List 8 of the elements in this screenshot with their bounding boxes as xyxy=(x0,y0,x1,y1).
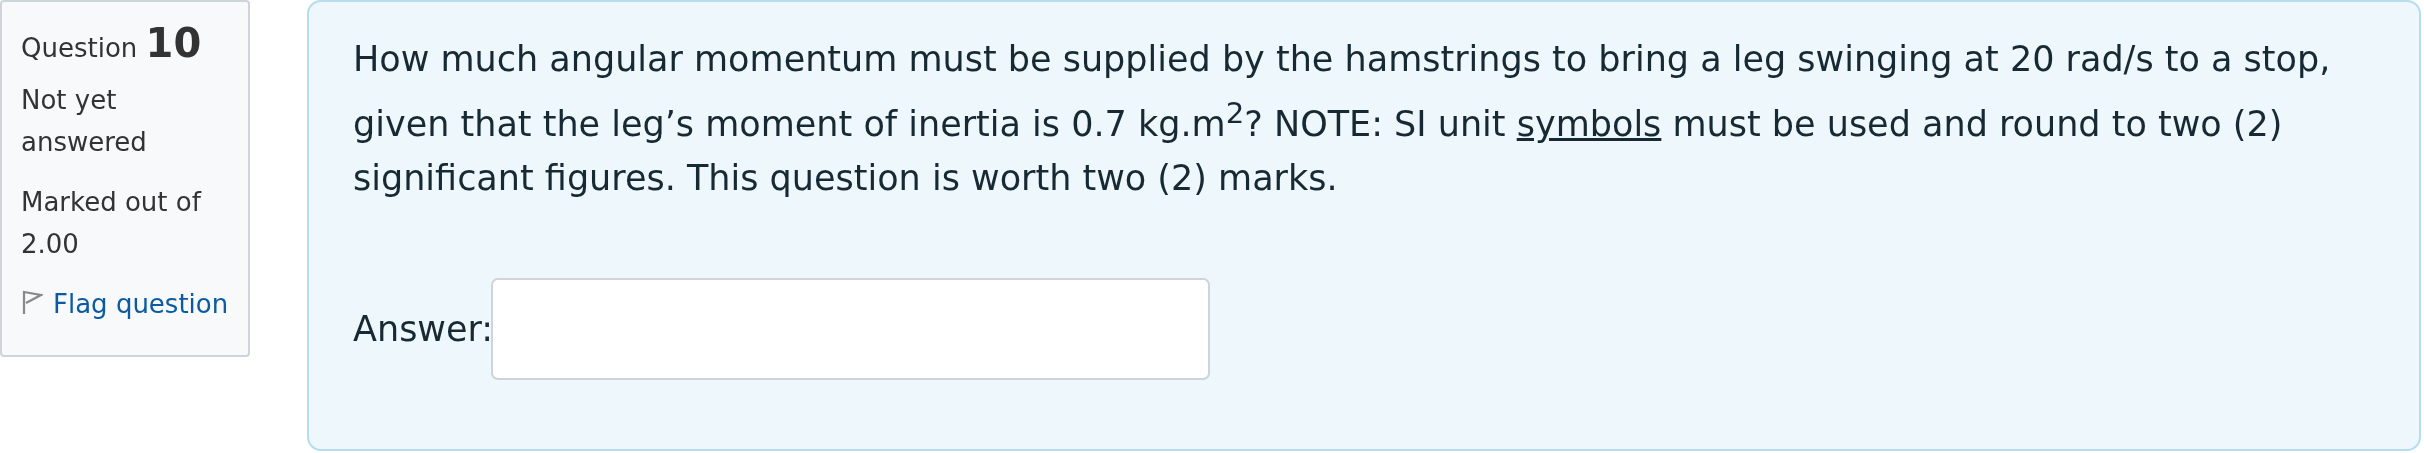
question-status: Not yet answered xyxy=(21,84,148,159)
answer-field[interactable] xyxy=(491,277,1211,380)
flag-question-link[interactable]: Flag question xyxy=(53,289,229,319)
glossary-link[interactable]: symbols xyxy=(1516,103,1662,144)
question-text: How much angular momentum must be supplied by the hamstrings to bring a leg swinging at 20 rad/s to a stop, given that the leg’s moment of inertia is 0.7 kg.m$^{2}$? NOTE: SI unit symbols must be used and round to two (2) significant figures. This question is worth two (2) marks. xyxy=(353,38,2332,200)
question-marks: Marked out of 2.00 xyxy=(21,186,203,261)
answer-label: Answer: xyxy=(353,308,494,349)
question-number: Question 10 xyxy=(21,22,203,68)
